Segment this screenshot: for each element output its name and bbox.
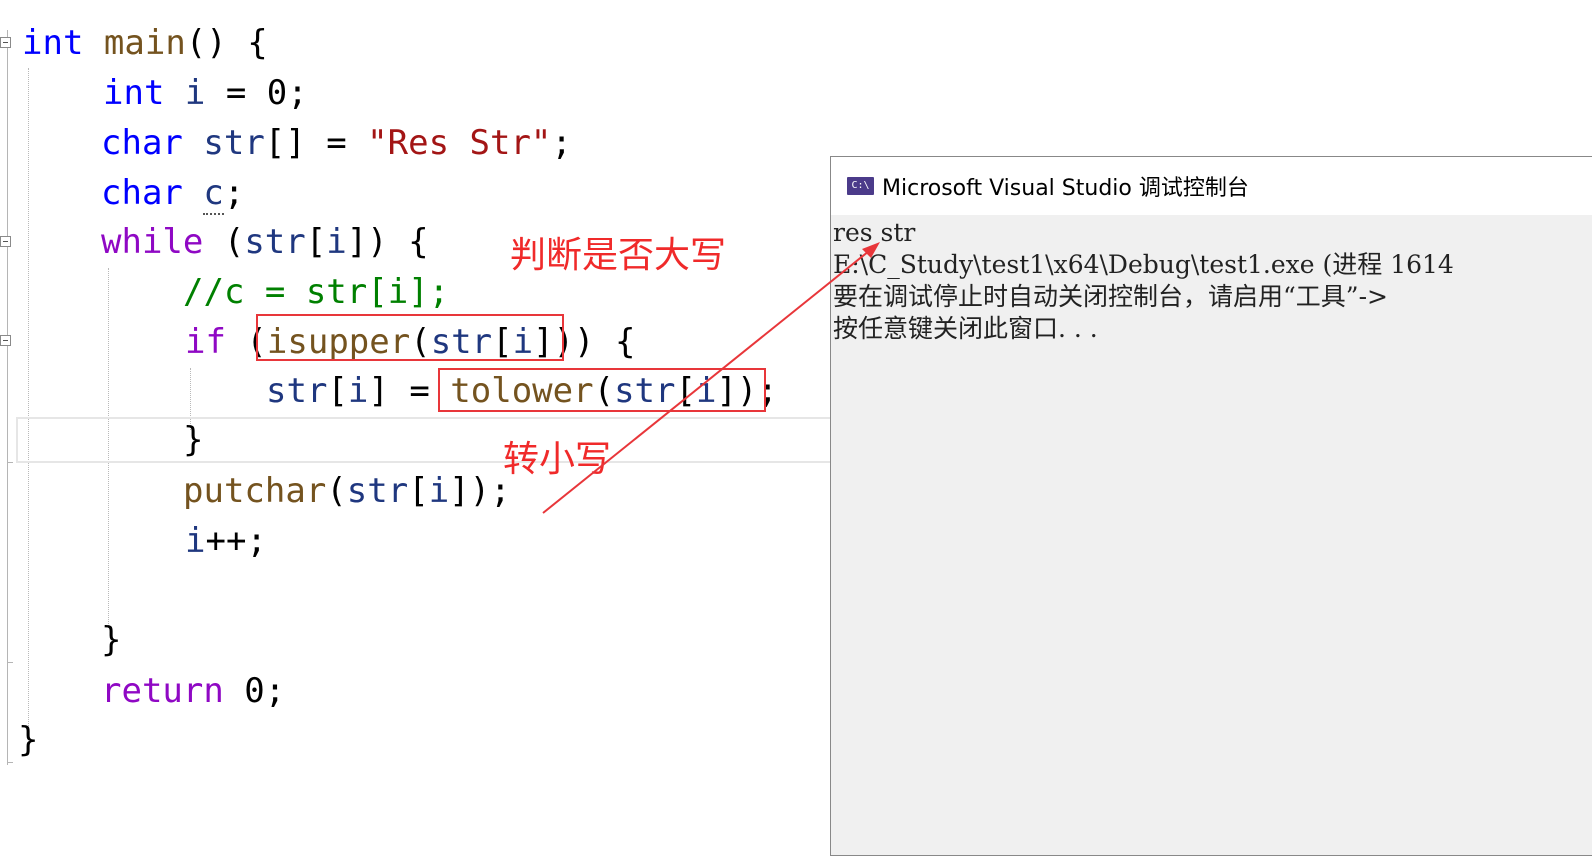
variable-warning: c: [203, 173, 224, 215]
collapse-if-icon[interactable]: [0, 335, 11, 346]
variable: str: [244, 222, 306, 262]
code-text: ;: [551, 123, 572, 163]
code-line-3[interactable]: char str[] = "Res Str";: [101, 118, 572, 168]
code-text: ;: [223, 173, 245, 213]
current-line-highlight: [16, 417, 846, 463]
code-line-9[interactable]: }: [183, 415, 203, 465]
code-text: () {: [185, 23, 268, 63]
code-text: (: [326, 471, 347, 511]
variable: i: [428, 471, 450, 511]
function-name: putchar: [183, 471, 327, 511]
variable: str: [266, 371, 328, 411]
code-line-1[interactable]: int main() {: [22, 18, 268, 68]
variable: i: [184, 73, 206, 113]
console-output-line: E:\C_Study\test1\x64\Debug\test1.exe (进程…: [833, 250, 1454, 279]
console-output-line: res str: [833, 218, 916, 247]
variable: i: [326, 222, 347, 262]
fold-end-mark: [7, 662, 13, 663]
code-line-13[interactable]: return 0;: [101, 666, 285, 716]
console-titlebar[interactable]: C:\ Microsoft Visual Studio 调试控制台: [831, 157, 1592, 215]
keyword: return: [101, 671, 224, 711]
keyword: int: [22, 23, 84, 63]
code-line-10[interactable]: putchar(str[i]);: [183, 466, 511, 516]
code-line-11[interactable]: i++;: [185, 516, 267, 566]
console-title: Microsoft Visual Studio 调试控制台: [882, 176, 1249, 201]
code-text: ]) {: [346, 222, 429, 262]
collapse-while-icon[interactable]: [0, 236, 11, 247]
variable: i: [185, 521, 206, 561]
code-text: 0;: [223, 671, 286, 711]
fold-end-mark: [7, 462, 13, 463]
code-text: = 0;: [205, 73, 308, 113]
code-text: ]);: [449, 471, 511, 511]
variable: i: [347, 371, 369, 411]
variable: str: [203, 123, 265, 163]
console-app-icon: C:\: [847, 177, 874, 195]
keyword: while: [101, 222, 204, 262]
code-text: }: [183, 420, 204, 460]
code-line-5[interactable]: while (str[i]) {: [101, 217, 429, 267]
highlight-isupper-box: [256, 314, 564, 361]
code-text: ++;: [205, 521, 267, 561]
code-line-2[interactable]: int i = 0;: [103, 68, 308, 118]
console-output: res str E:\C_Study\test1\x64\Debug\test1…: [833, 217, 1454, 345]
annotation-check-upper: 判断是否大写: [510, 235, 727, 276]
console-output-line: 按任意键关闭此窗口. . .: [833, 314, 1098, 343]
code-text: [: [305, 222, 327, 262]
variable: str: [346, 471, 409, 511]
code-line-12[interactable]: }: [101, 615, 121, 665]
collapse-main-icon[interactable]: [0, 37, 11, 48]
highlight-tolower-box: [438, 368, 766, 412]
console-output-line: 要在调试停止时自动关闭控制台，请启用“工具”->: [833, 282, 1388, 311]
code-text: (: [203, 222, 245, 262]
fold-end-mark: [7, 762, 13, 763]
keyword: if: [185, 322, 226, 362]
debug-console-window[interactable]: C:\ Microsoft Visual Studio 调试控制台 res st…: [830, 156, 1592, 856]
code-line-4[interactable]: char c;: [101, 168, 244, 218]
indent-guide: [28, 68, 29, 728]
code-text: [: [408, 471, 429, 511]
code-line-6[interactable]: //c = str[i];: [183, 267, 449, 317]
keyword: char: [101, 173, 183, 213]
code-text: }: [18, 720, 39, 760]
code-line-14[interactable]: }: [18, 715, 38, 765]
outline-rail: [7, 30, 8, 765]
annotation-to-lower: 转小写: [503, 439, 612, 480]
keyword: char: [101, 123, 183, 163]
string-literal: "Res Str": [367, 123, 552, 163]
code-text: [: [327, 371, 348, 411]
code-text: }: [101, 620, 122, 660]
code-text: [] =: [264, 123, 368, 163]
keyword: int: [103, 73, 165, 113]
comment: //c = str[i];: [183, 272, 450, 312]
function-name: main: [103, 23, 186, 63]
